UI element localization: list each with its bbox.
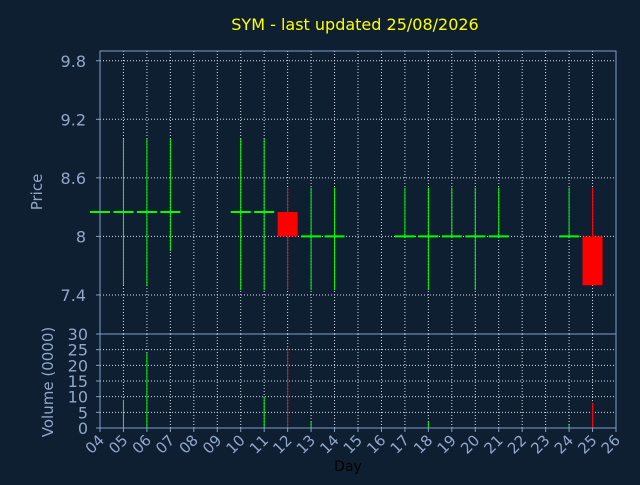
x-tick-label: 06: [129, 431, 155, 457]
x-tick-label: 21: [481, 431, 507, 457]
day-axis-label: Day: [334, 459, 362, 475]
x-tick-label: 12: [269, 431, 295, 457]
x-tick-label: 13: [293, 431, 319, 457]
price-candles: [90, 138, 603, 291]
x-tick-label: 11: [246, 431, 272, 457]
chart-stage: SYM - last updated 25/08/2026 Price Volu…: [0, 0, 640, 480]
x-tick-label: 19: [434, 431, 460, 457]
x-tick-label: 05: [105, 431, 131, 457]
price-tick-label: 8.6: [61, 169, 86, 188]
price-tick-label: 9.2: [61, 110, 86, 129]
x-tick-label: 14: [316, 431, 342, 457]
x-tick-label: 18: [410, 431, 436, 457]
price-grid: [100, 51, 616, 334]
stock-chart: SYM - last updated 25/08/2026 Price Volu…: [28, 15, 624, 475]
price-tick-label: 8: [76, 227, 86, 246]
chart-title: SYM - last updated 25/08/2026: [231, 15, 478, 34]
x-tick-label: 24: [551, 431, 577, 457]
x-tick-label: 26: [598, 431, 624, 457]
day-x-ticks: 0405060708091011121314151617181920212223…: [82, 428, 624, 458]
x-tick-label: 23: [527, 431, 553, 457]
volume-axis-label: Volume (0000): [39, 327, 57, 437]
x-tick-label: 09: [199, 431, 225, 457]
price-tick-label: 7.4: [61, 286, 86, 305]
x-tick-label: 22: [504, 431, 530, 457]
volume-tick-label: 30: [68, 325, 88, 344]
x-tick-label: 07: [152, 431, 178, 457]
x-tick-label: 25: [574, 431, 600, 457]
x-tick-label: 16: [363, 431, 389, 457]
x-tick-label: 08: [176, 431, 202, 457]
volume-y-ticks: 051015202530: [68, 325, 100, 438]
price-axis-label: Price: [28, 174, 46, 211]
price-y-ticks: 7.4 8 8.6 9.2 9.8: [61, 52, 100, 305]
x-tick-label: 20: [457, 431, 483, 457]
x-tick-label: 15: [340, 431, 366, 457]
candle-body: [277, 212, 298, 237]
price-tick-label: 9.8: [61, 52, 86, 71]
candle-body: [582, 236, 603, 286]
x-tick-label: 17: [387, 431, 413, 457]
volume-grid: [100, 334, 616, 428]
x-tick-label: 10: [223, 431, 249, 457]
